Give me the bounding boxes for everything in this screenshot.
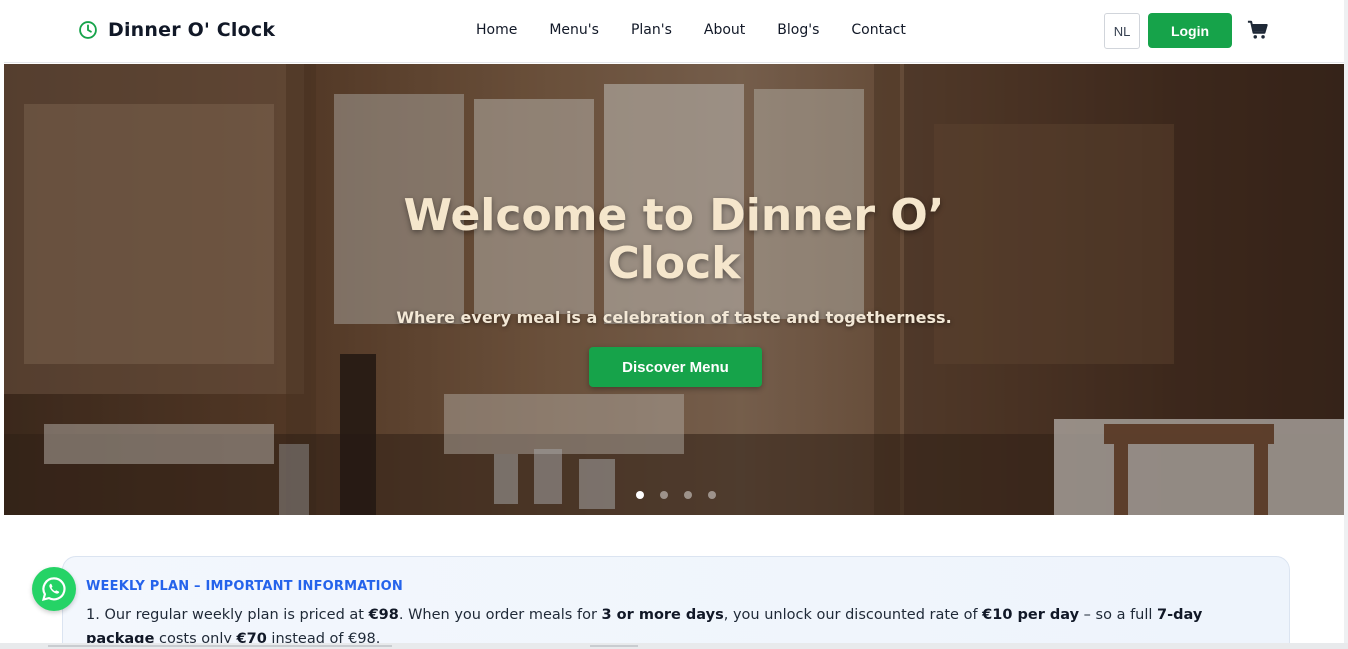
site-header: Dinner O' Clock Home Menu's Plan's About… [4,0,1344,63]
nav-home[interactable]: Home [476,22,517,38]
nav-contact[interactable]: Contact [851,22,905,38]
weekly-plan-info-panel: WEEKLY PLAN – IMPORTANT INFORMATION 1. O… [62,556,1290,643]
days-threshold: 3 or more days [601,607,724,623]
discount-rate: €10 per day [982,607,1080,623]
info-title: WEEKLY PLAN – IMPORTANT INFORMATION [86,579,403,594]
carousel-indicators [636,491,732,499]
info-text-segment: instead of €98. [266,631,381,643]
info-text-segment: . When you order meals for [398,607,602,623]
hero-banner: Welcome to Dinner O’ Clock Where every m… [4,64,1344,515]
page: Dinner O' Clock Home Menu's Plan's About… [4,0,1344,643]
brand-logo[interactable]: Dinner O' Clock [78,19,275,41]
scrollbar-thumb[interactable] [48,645,392,647]
carousel-dot-1[interactable] [636,491,644,499]
whatsapp-icon [41,577,66,602]
carousel-dot-2[interactable] [660,491,668,499]
info-text-segment: – so a full [1079,607,1158,623]
info-text-segment: costs only [154,631,237,643]
nav-about[interactable]: About [704,22,745,38]
nav-plans[interactable]: Plan's [631,22,672,38]
discover-menu-button[interactable]: Discover Menu [589,347,762,387]
main-nav: Home Menu's Plan's About Blog's Contact [476,22,906,38]
brand-name: Dinner O' Clock [108,19,276,41]
language-toggle-button[interactable]: NL [1104,13,1140,49]
carousel-dot-3[interactable] [684,491,692,499]
info-text-segment: , you unlock our discounted rate of [723,607,983,623]
window-edge [1344,0,1348,649]
info-paragraph: 1. Our regular weekly plan is priced at … [86,603,1266,643]
horizontal-scrollbar[interactable] [0,643,1348,649]
cart-icon[interactable] [1247,19,1269,41]
clock-icon [79,21,97,39]
package-price: €70 [236,631,267,643]
regular-price: €98 [368,607,399,623]
carousel-dot-4[interactable] [708,491,716,499]
hero-title: Welcome to Dinner O’ Clock [403,190,945,289]
whatsapp-button[interactable] [32,567,76,611]
scrollbar-segment [590,645,638,647]
login-button[interactable]: Login [1148,13,1232,48]
info-text-segment: 1. Our regular weekly plan is priced at [86,607,369,623]
hero-subtitle: Where every meal is a celebration of tas… [396,308,952,327]
nav-menus[interactable]: Menu's [549,22,599,38]
nav-blogs[interactable]: Blog's [777,22,819,38]
hero-overlay [4,64,1344,515]
